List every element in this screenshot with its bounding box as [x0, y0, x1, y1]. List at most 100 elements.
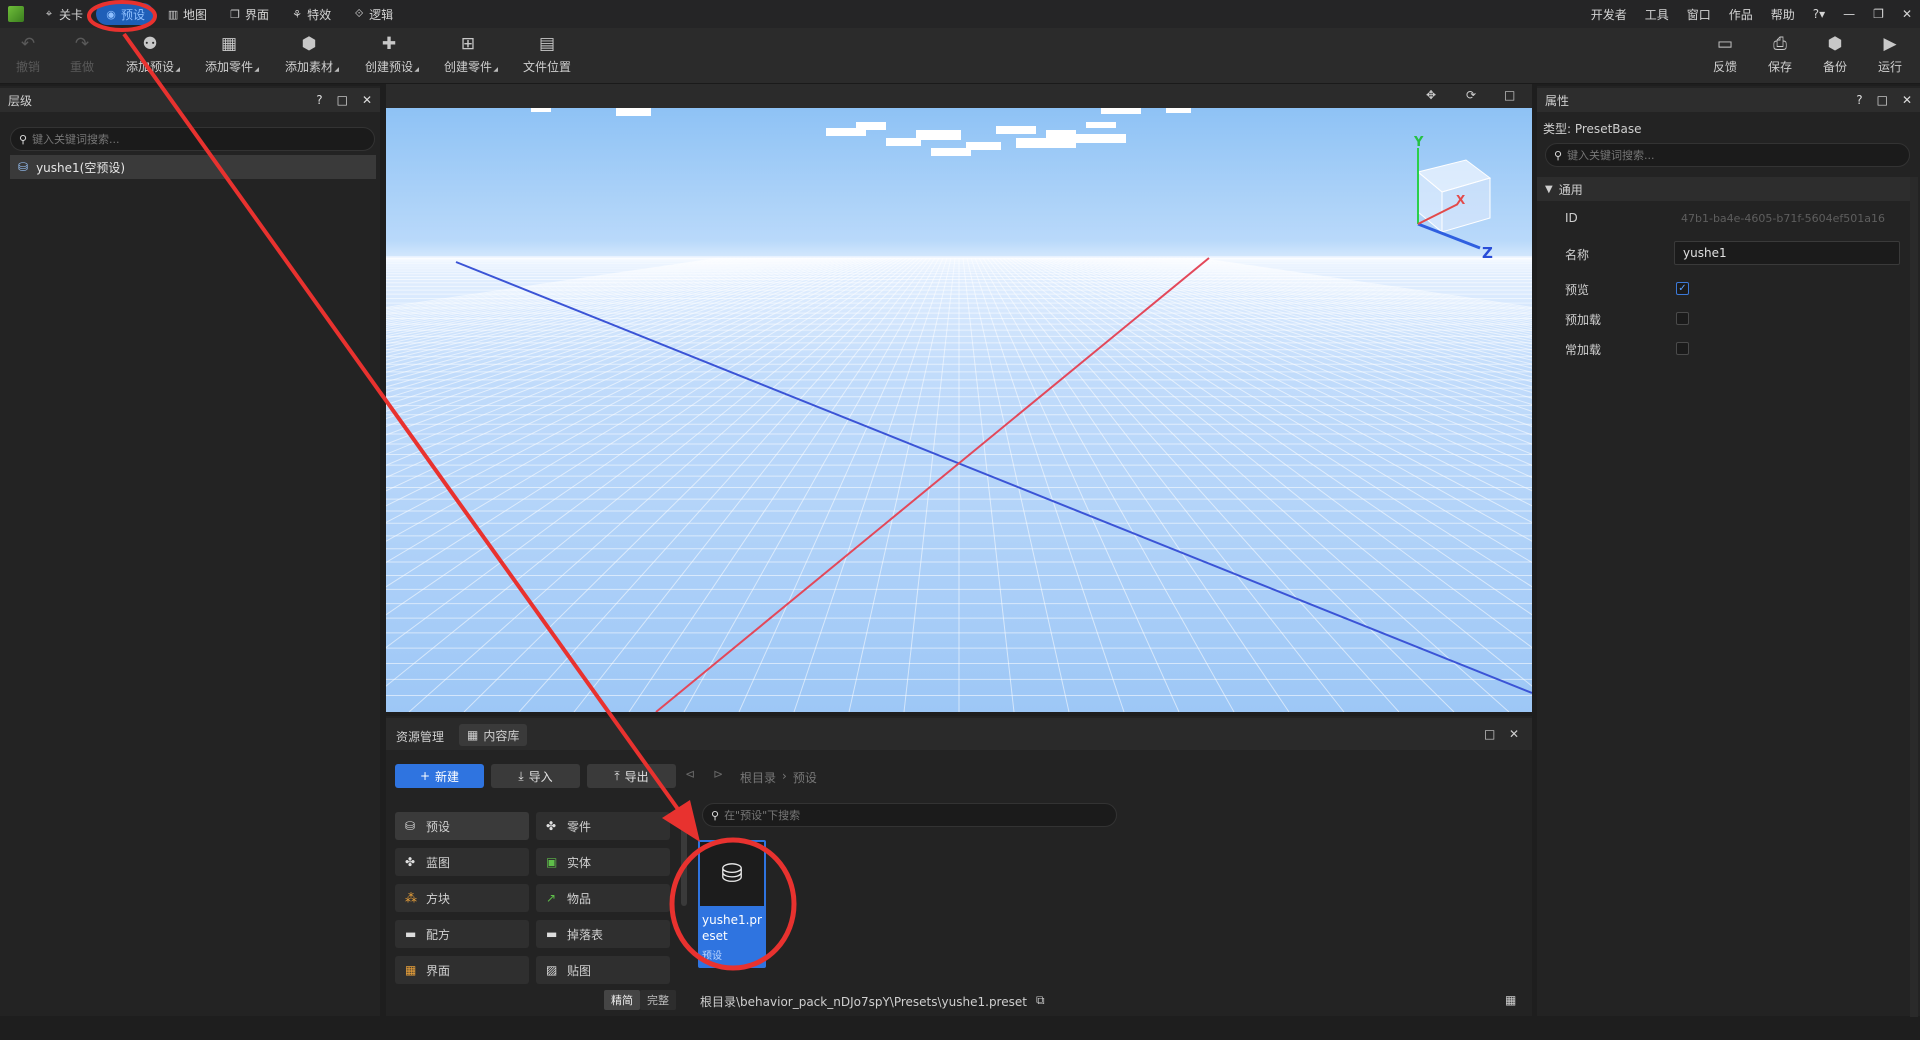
menu-works[interactable]: 作品 — [1729, 6, 1753, 23]
help-icon[interactable]: ? — [1856, 93, 1862, 107]
preset-icon: ⛁ — [405, 819, 416, 833]
export-icon: ⤒ — [614, 768, 620, 783]
viewport-toolbar: ✥ ⟳ □ — [386, 84, 1532, 108]
category-part[interactable]: ✤ 零件 — [536, 812, 670, 840]
preset-icon: ⛁ — [721, 859, 743, 889]
back-icon[interactable]: ⊲ — [685, 767, 695, 781]
window-icon: ❐ — [230, 7, 240, 21]
scrollbar[interactable] — [1910, 177, 1918, 1017]
breadcrumb-current[interactable]: 预设 — [793, 769, 817, 786]
add-material-button[interactable]: ⬢ 添加素材 ◢ — [277, 32, 341, 75]
view-mode-full[interactable]: 完整 — [640, 990, 676, 1010]
breadcrumb: 根目录 › 预设 — [740, 769, 817, 786]
category-preset[interactable]: ⛁ 预设 — [395, 812, 529, 840]
grid-view-icon[interactable]: ▦ — [1505, 993, 1516, 1007]
section-general[interactable]: ▼ 通用 — [1537, 177, 1911, 201]
menu-level[interactable]: ⌖ 关卡 — [34, 3, 92, 25]
view-mode-compact[interactable]: 精简 — [604, 990, 640, 1010]
save-icon: ⎙ — [1773, 34, 1787, 54]
name-input[interactable]: yushe1 — [1674, 241, 1900, 265]
menu-effects[interactable]: ⚘ 特效 — [282, 3, 340, 25]
forward-icon[interactable]: ⊳ — [713, 767, 723, 781]
rotate-icon[interactable]: ⟳ — [1466, 88, 1476, 102]
file-tile[interactable]: ⛁ yushe1.preset 预设 — [698, 840, 766, 968]
menu-preset[interactable]: ◉ 预设 — [96, 3, 155, 25]
prop-label: 常加载 — [1565, 343, 1602, 357]
maximize-icon[interactable]: □ — [1484, 727, 1495, 741]
import-icon: ⤓ — [518, 768, 524, 783]
add-preset-button[interactable]: ⚉ 添加预设 ◢ — [118, 32, 182, 75]
add-part-icon: ▦ — [220, 34, 238, 54]
panel-title: 层级 — [8, 93, 33, 108]
move-icon[interactable]: ✥ — [1426, 88, 1436, 102]
effects-icon: ⚘ — [292, 7, 302, 21]
scene-viewport[interactable]: Y Z X — [386, 108, 1532, 712]
import-button[interactable]: ⤓ 导入 — [491, 764, 580, 788]
add-part-button[interactable]: ▦ 添加零件 ◢ — [197, 32, 261, 75]
category-ui[interactable]: ▦ 界面 — [395, 956, 529, 984]
menu-ui[interactable]: ❐ 界面 — [220, 3, 278, 25]
tab-resource-manager[interactable]: 资源管理 — [396, 728, 444, 745]
view-mode-toggle: 精简 完整 — [604, 990, 676, 1010]
folder-icon: ▤ — [538, 34, 556, 54]
maximize-icon[interactable]: □ — [337, 93, 348, 107]
category-loot-table[interactable]: ▬ 掉落表 — [536, 920, 670, 948]
hierarchy-item[interactable]: ⛁ yushe1(空预设) — [10, 155, 376, 179]
asset-search-input[interactable]: ⚲ 在"预设"下搜索 — [702, 803, 1117, 827]
redo-button[interactable]: ↷ 重做 — [50, 32, 114, 75]
always-load-checkbox[interactable] — [1676, 342, 1689, 355]
category-block[interactable]: ⁂ 方块 — [395, 884, 529, 912]
menu-map[interactable]: ▥ 地图 — [158, 3, 216, 25]
preview-checkbox[interactable]: ✓ — [1676, 282, 1689, 295]
tab-content-library[interactable]: ▦ 内容库 — [459, 724, 528, 746]
properties-search-input[interactable]: ⚲ 键入关键词搜索... — [1545, 143, 1910, 167]
category-texture[interactable]: ▨ 贴图 — [536, 956, 670, 984]
texture-icon: ▨ — [546, 963, 558, 977]
menu-window[interactable]: 窗口 — [1687, 6, 1711, 23]
category-recipe[interactable]: ▬ 配方 — [395, 920, 529, 948]
folder-icon: ▬ — [546, 927, 558, 941]
close-icon[interactable]: ✕ — [362, 93, 372, 107]
create-preset-button[interactable]: ✚ 创建预设 ◢ — [357, 32, 421, 75]
export-button[interactable]: ⤒ 导出 — [587, 764, 676, 788]
menu-logic[interactable]: ⟐ 逻辑 — [344, 3, 402, 25]
breadcrumb-root[interactable]: 根目录 — [740, 769, 776, 786]
menu-tools[interactable]: 工具 — [1645, 6, 1669, 23]
search-icon: ⚲ — [711, 808, 720, 822]
menu-help[interactable]: 帮助 — [1771, 6, 1795, 23]
close-icon[interactable]: ✕ — [1902, 7, 1912, 21]
category-blueprint[interactable]: ✤ 蓝图 — [395, 848, 529, 876]
dropdown-icon: ◢ — [334, 66, 339, 73]
close-icon[interactable]: ✕ — [1509, 727, 1519, 741]
menu-developer[interactable]: 开发者 — [1591, 6, 1627, 23]
chat-icon: ▭ — [1716, 34, 1734, 54]
fullscreen-icon[interactable]: □ — [1504, 88, 1515, 102]
create-preset-icon: ✚ — [381, 34, 397, 54]
file-name: yushe1.preset — [702, 913, 762, 943]
maximize-icon[interactable]: □ — [1877, 93, 1888, 107]
preload-checkbox[interactable] — [1676, 312, 1689, 325]
new-button[interactable]: + 新建 — [395, 764, 484, 788]
id-value: 47b1-ba4e-4605-b71f-5604ef501a16 — [1681, 212, 1885, 225]
search-icon: ⚲ — [19, 132, 28, 146]
help-icon[interactable]: ?▾ — [1813, 7, 1825, 21]
prop-row-id: ID 47b1-ba4e-4605-b71f-5604ef501a16 — [1537, 206, 1907, 236]
file-location-button[interactable]: ▤ 文件位置 — [515, 32, 579, 75]
minimize-icon[interactable]: — — [1843, 7, 1855, 21]
help-icon[interactable]: ? — [316, 93, 322, 107]
category-item[interactable]: ↗ 物品 — [536, 884, 670, 912]
restore-icon[interactable]: ❐ — [1873, 7, 1884, 21]
toolbar: ↶ 撤销 ↷ 重做 ⚉ 添加预设 ◢ ▦ 添加零件 ◢ ⬢ 添加素材 ◢ ✚ 创建预设 ◢ ⊞ 创建零… — [0, 28, 1920, 84]
target-icon: ⌖ — [45, 7, 53, 20]
category-entity[interactable]: ▣ 实体 — [536, 848, 670, 876]
hierarchy-search-input[interactable]: ⚲ 键入关键词搜索... — [10, 127, 375, 151]
run-button[interactable]: ▶ 运行 — [1858, 32, 1920, 75]
copy-path-icon[interactable]: ⧉ — [1036, 993, 1045, 1008]
close-icon[interactable]: ✕ — [1902, 93, 1912, 107]
dropdown-icon: ◢ — [414, 66, 419, 73]
app-logo — [8, 6, 24, 22]
puzzle-icon: ✤ — [546, 819, 557, 833]
category-scrollbar[interactable] — [681, 808, 687, 906]
grid-icon: ▦ — [467, 728, 479, 742]
create-part-button[interactable]: ⊞ 创建零件 ◢ — [436, 32, 500, 75]
